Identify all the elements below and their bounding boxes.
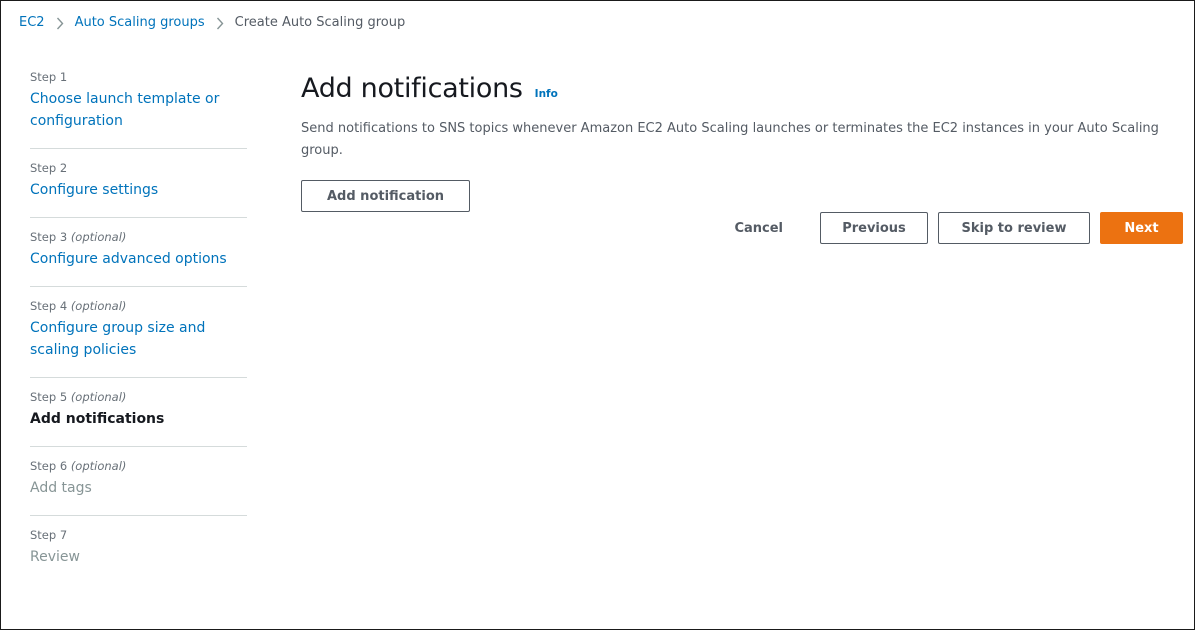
page-title: Add notifications [301,73,523,104]
step-number-label: Step 2 [30,161,68,175]
wizard-step-5: Step 5 (optional) Add notifications [30,378,247,447]
wizard-step-6: Step 6 (optional) Add tags [30,447,247,516]
previous-button[interactable]: Previous [820,212,928,244]
chevron-right-icon [205,14,235,32]
page-frame: EC2 Auto Scaling groups Create Auto Scal… [0,0,1195,630]
add-notification-button[interactable]: Add notification [301,180,470,212]
step-disabled-review: Review [30,549,80,565]
wizard-step-4: Step 4 (optional) Configure group size a… [30,287,247,378]
step-number-label: Step 4 (optional) [30,299,127,313]
step-number-label: Step 5 (optional) [30,390,127,404]
wizard-step-1: Step 1 Choose launch template or configu… [30,61,247,149]
optional-tag: (optional) [70,299,127,313]
optional-tag: (optional) [70,390,127,404]
cancel-button[interactable]: Cancel [715,212,802,244]
skip-to-review-button[interactable]: Skip to review [938,212,1090,244]
step-number-label: Step 1 [30,70,68,84]
main-content: Add notifications Info Send notification… [301,71,1181,162]
page-description: Send notifications to SNS topics wheneve… [301,121,1159,158]
breadcrumb: EC2 Auto Scaling groups Create Auto Scal… [19,14,405,32]
chevron-right-icon [45,14,75,32]
wizard-step-3: Step 3 (optional) Configure advanced opt… [30,218,247,287]
next-button[interactable]: Next [1100,212,1183,244]
step-number-label: Step 7 [30,528,68,542]
optional-tag: (optional) [70,230,127,244]
step-link-configure-group-size[interactable]: Configure group size and scaling policie… [30,317,247,361]
breadcrumb-ec2-link[interactable]: EC2 [19,14,45,32]
page-header: Add notifications Info [301,71,1181,107]
wizard-step-2: Step 2 Configure settings [30,149,247,218]
step-number-label: Step 6 (optional) [30,459,127,473]
wizard-steps-nav: Step 1 Choose launch template or configu… [30,61,247,584]
step-current-add-notifications: Add notifications [30,411,165,427]
step-link-choose-launch-template[interactable]: Choose launch template or configuration [30,88,247,132]
breadcrumb-current-page: Create Auto Scaling group [234,15,406,30]
step-link-configure-settings[interactable]: Configure settings [30,179,247,201]
step-number-label: Step 3 (optional) [30,230,127,244]
step-link-configure-advanced-options[interactable]: Configure advanced options [30,248,247,270]
optional-tag: (optional) [70,459,127,473]
info-link[interactable]: Info [535,88,558,100]
wizard-step-7: Step 7 Review [30,516,247,584]
breadcrumb-auto-scaling-groups-link[interactable]: Auto Scaling groups [75,14,205,32]
wizard-actions: Cancel Previous Skip to review Next [715,212,1183,244]
step-disabled-add-tags: Add tags [30,480,92,496]
